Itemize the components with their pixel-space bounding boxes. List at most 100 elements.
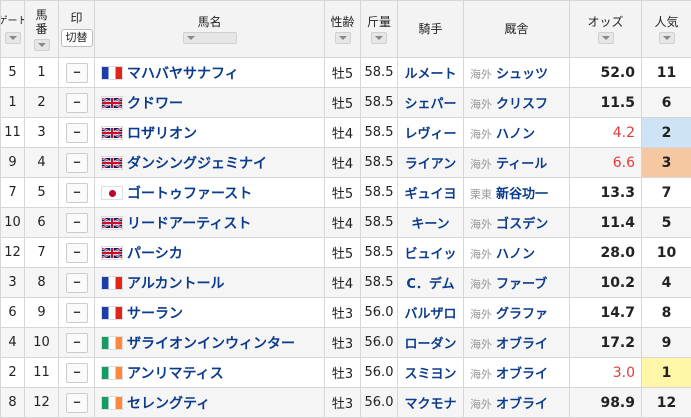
mark-select-button[interactable]: -- (65, 152, 88, 173)
trainer-link[interactable]: オブライ (496, 367, 548, 382)
trainer-link[interactable]: オブライ (496, 337, 548, 352)
ireland-flag-icon (101, 395, 123, 410)
header-popularity[interactable]: 人気 (641, 0, 691, 58)
horse-name-link[interactable]: マハバヤサナフィ (127, 66, 239, 82)
mark-toggle-button[interactable]: 切替 (60, 29, 93, 47)
popularity-cell: 10 (641, 237, 691, 268)
mark-cell: -- (58, 327, 95, 358)
sex-age-cell: 牡5 (324, 237, 361, 268)
horse-name-link[interactable]: アンリマティス (127, 366, 224, 382)
uk-flag-icon (101, 245, 123, 260)
popularity-cell: 11 (641, 57, 691, 88)
table-row: 3 8 -- アルカントール 牡4 58.5 C．デム 海外 ファーブ 10.2 4 (0, 267, 691, 298)
horse-name-link[interactable]: ロザリオン (127, 126, 197, 142)
header-weight[interactable]: 斤量 (360, 0, 398, 58)
popularity-cell: 2 (641, 117, 691, 148)
trainer-link[interactable]: ゴスデン (496, 217, 548, 232)
gate-cell: 11 (0, 117, 25, 148)
popularity-cell: 8 (641, 297, 691, 328)
sex-age-cell: 牡3 (324, 327, 361, 358)
mark-select-button[interactable]: -- (65, 272, 88, 293)
odds-cell: 98.9 (569, 387, 642, 418)
trainer-link[interactable]: 新谷功一 (496, 187, 548, 202)
mark-select-button[interactable]: -- (65, 92, 88, 113)
sort-sex-age-button[interactable] (334, 31, 351, 44)
odds-cell: 28.0 (569, 237, 642, 268)
jockey-link[interactable]: シェパー (397, 87, 464, 118)
odds-cell: 52.0 (569, 57, 642, 88)
horse-name-link[interactable]: クドワー (127, 96, 183, 112)
horse-name-link[interactable]: ザライオンインウィンター (127, 336, 295, 352)
header-horse-name[interactable]: 馬名 (94, 0, 325, 58)
table-row: 11 3 -- ロザリオン 牡4 58.5 レヴィー 海外 ハノン 4.2 2 (0, 117, 691, 148)
header-weight-label: 斤量 (366, 14, 391, 29)
jockey-link[interactable]: ライアン (397, 147, 464, 178)
header-horse-name-label: 馬名 (197, 14, 222, 29)
mark-cell: -- (58, 357, 95, 388)
mark-select-button[interactable]: -- (65, 242, 88, 263)
mark-select-button[interactable]: -- (65, 362, 88, 383)
weight-cell: 58.5 (360, 177, 398, 208)
mark-select-button[interactable]: -- (65, 122, 88, 143)
horse-name-link[interactable]: パーシカ (127, 246, 183, 262)
jockey-link[interactable]: ビュイッ (397, 237, 464, 268)
horse-name-link[interactable]: アルカントール (127, 276, 224, 292)
horse-number-cell: 3 (24, 117, 59, 148)
sort-weight-button[interactable] (371, 31, 387, 44)
jockey-link[interactable]: ギュイヨ (397, 177, 464, 208)
trainer-link[interactable]: シュッツ (496, 67, 548, 82)
trainer-link[interactable]: グラファ (496, 307, 548, 322)
header-trainer-label: 厩舎 (504, 22, 529, 36)
trainer-link[interactable]: クリスフ (496, 97, 548, 112)
trainer-region: 海外 (470, 68, 492, 81)
horse-name-link[interactable]: ダンシングジェミナイ (127, 156, 267, 172)
horse-name-cell: マハバヤサナフィ (94, 57, 325, 88)
horse-name-cell: アンリマティス (94, 357, 325, 388)
trainer-link[interactable]: ハノン (496, 127, 535, 142)
trainer-link[interactable]: オブライ (496, 397, 548, 412)
trainer-cell: 海外 グラファ (463, 297, 570, 328)
header-gate[interactable]: ゲート (0, 0, 25, 58)
horse-number-cell: 7 (24, 237, 59, 268)
jockey-link[interactable]: キーン (397, 207, 464, 238)
trainer-region: 海外 (470, 278, 492, 291)
odds-cell: 3.0 (569, 357, 642, 388)
sort-name-button[interactable] (182, 31, 237, 44)
mark-select-button[interactable]: -- (65, 392, 88, 413)
sort-number-button[interactable] (33, 38, 50, 51)
popularity-cell: 6 (641, 87, 691, 118)
trainer-link[interactable]: ファーブ (496, 277, 547, 292)
sort-gate-button[interactable] (4, 31, 21, 44)
table-row: 2 11 -- アンリマティス 牡3 56.0 スミヨン 海外 オブライ 3.0 1 (0, 357, 691, 388)
mark-select-button[interactable]: -- (65, 332, 88, 353)
jockey-link[interactable]: バルザロ (397, 297, 464, 328)
jockey-link[interactable]: C．デム (397, 267, 464, 298)
table-row: 7 5 -- ゴートゥファースト 牡5 58.5 ギュイヨ 栗東 新谷功一 13.3 7 (0, 177, 691, 208)
jockey-link[interactable]: ルメート (397, 57, 464, 88)
jockey-link[interactable]: スミヨン (397, 357, 464, 388)
mark-select-button[interactable]: -- (65, 182, 88, 203)
horse-name-cell: ダンシングジェミナイ (94, 147, 325, 178)
jockey-link[interactable]: マクモナ (397, 387, 464, 418)
trainer-link[interactable]: ティール (496, 157, 547, 172)
header-number[interactable]: 馬番 (24, 0, 59, 58)
horse-name-link[interactable]: リードアーティスト (127, 216, 251, 232)
sort-popularity-button[interactable] (658, 31, 675, 44)
horse-name-link[interactable]: ゴートゥファースト (127, 186, 252, 202)
sort-odds-button[interactable] (597, 31, 614, 44)
header-sex-age[interactable]: 性齢 (324, 0, 361, 58)
trainer-link[interactable]: ハノン (496, 247, 535, 262)
table-row: 12 7 -- パーシカ 牡5 58.5 ビュイッ 海外 ハノン 28.0 10 (0, 237, 691, 268)
mark-select-button[interactable]: -- (65, 212, 88, 233)
popularity-cell: 9 (641, 327, 691, 358)
header-odds[interactable]: オッズ (569, 0, 642, 58)
mark-select-button[interactable]: -- (65, 62, 88, 83)
sex-age-cell: 牡3 (324, 387, 361, 418)
sex-age-cell: 牡5 (324, 87, 361, 118)
jockey-link[interactable]: レヴィー (397, 117, 464, 148)
weight-cell: 56.0 (360, 357, 398, 388)
mark-select-button[interactable]: -- (65, 302, 88, 323)
horse-name-link[interactable]: サーラン (127, 306, 183, 322)
jockey-link[interactable]: ローダン (397, 327, 464, 358)
horse-name-link[interactable]: セレングティ (127, 396, 210, 412)
